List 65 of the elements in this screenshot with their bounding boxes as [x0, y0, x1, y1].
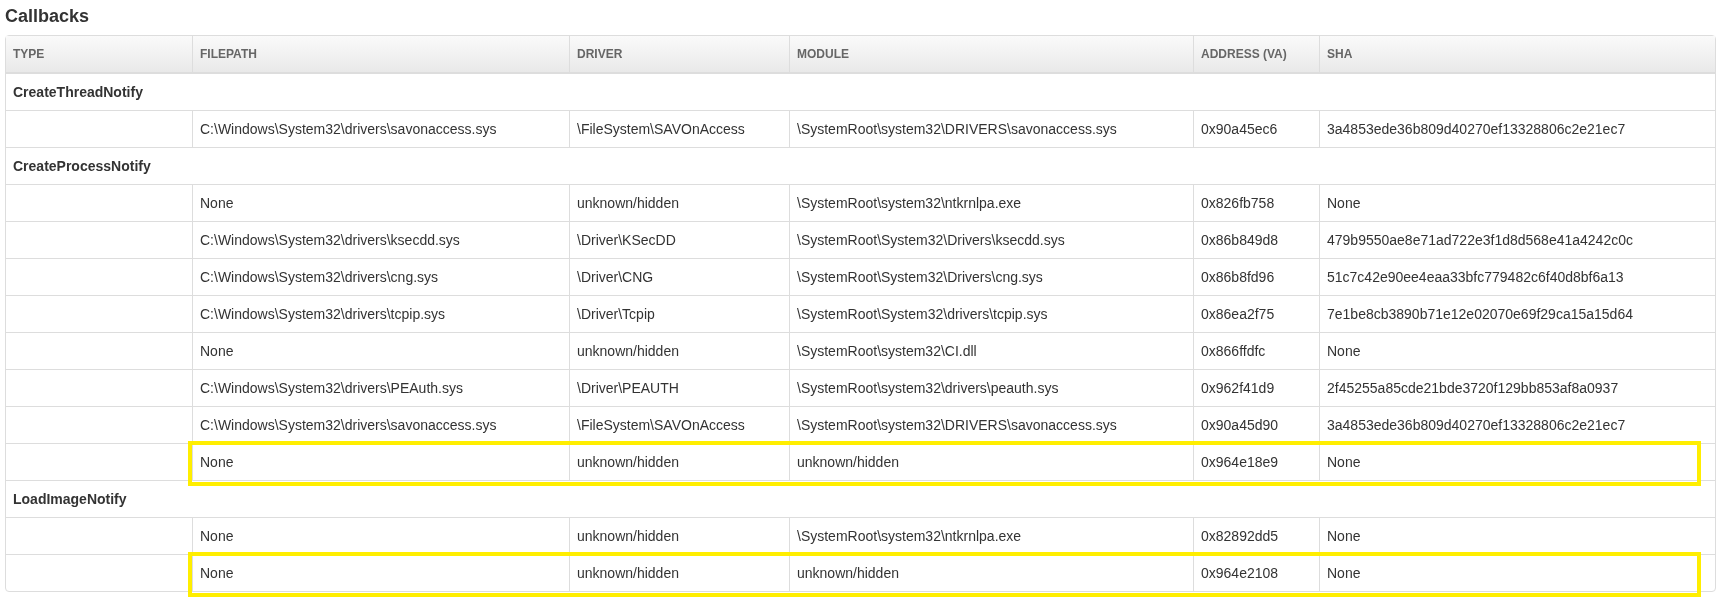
group-label: CreateProcessNotify	[13, 158, 151, 174]
table-cell: unknown/hidden	[569, 555, 789, 591]
table-cell: 0x90a45ec6	[1193, 111, 1319, 147]
table-cell: C:\Windows\System32\drivers\PEAuth.sys	[192, 370, 569, 406]
section-title: Callbacks	[5, 5, 90, 27]
column-header: MODULE	[789, 36, 1193, 72]
table-cell: 0x82892dd5	[1193, 518, 1319, 554]
column-header: ADDRESS (VA)	[1193, 36, 1319, 72]
table-cell: 0x964e18e9	[1193, 444, 1319, 480]
table-cell: \FileSystem\SAVOnAccess	[569, 407, 789, 443]
table-cell: 3a4853ede36b809d40270ef13328806c2e21ec7	[1319, 407, 1715, 443]
table-cell: \SystemRoot\system32\drivers\peauth.sys	[789, 370, 1193, 406]
table-cell: unknown/hidden	[569, 185, 789, 221]
table-cell: 0x826fb758	[1193, 185, 1319, 221]
table-cell: None	[192, 185, 569, 221]
table-cell: unknown/hidden	[789, 444, 1193, 480]
table-cell: 51c7c42e90ee4eaa33bfc779482c6f40d8bf6a13	[1319, 259, 1715, 295]
table-cell: None	[1319, 185, 1715, 221]
table-cell: \SystemRoot\system32\ntkrnlpa.exe	[789, 518, 1193, 554]
table-cell: \SystemRoot\system32\ntkrnlpa.exe	[789, 185, 1193, 221]
table-cell: unknown/hidden	[569, 518, 789, 554]
table-cell: \Driver\CNG	[569, 259, 789, 295]
table-cell: 0x86ea2f75	[1193, 296, 1319, 332]
table-cell: 3a4853ede36b809d40270ef13328806c2e21ec7	[1319, 111, 1715, 147]
group-label: LoadImageNotify	[13, 491, 127, 507]
table-cell: None	[1319, 444, 1715, 480]
column-header: TYPE	[12, 46, 46, 63]
table-cell: None	[192, 444, 569, 480]
table-cell: None	[192, 518, 569, 554]
table-cell: 0x866ffdfc	[1193, 333, 1319, 369]
table-cell: \SystemRoot\System32\Drivers\ksecdd.sys	[789, 222, 1193, 258]
table-cell: None	[192, 555, 569, 591]
table-cell: \Driver\KSecDD	[569, 222, 789, 258]
table-cell: 479b9550ae8e71ad722e3f1d8d568e41a4242c0c	[1319, 222, 1715, 258]
table-cell: 0x962f41d9	[1193, 370, 1319, 406]
table-cell: \SystemRoot\System32\drivers\tcpip.sys	[789, 296, 1193, 332]
table-cell: None	[1319, 333, 1715, 369]
column-header: DRIVER	[569, 36, 789, 72]
table-cell: C:\Windows\System32\drivers\savonaccess.sys	[192, 407, 569, 443]
table-cell: \SystemRoot\system32\DRIVERS\savonaccess.sys	[789, 111, 1193, 147]
table-cell: \Driver\Tcpip	[569, 296, 789, 332]
table-cell: \SystemRoot\system32\CI.dll	[789, 333, 1193, 369]
table-cell: C:\Windows\System32\drivers\ksecdd.sys	[192, 222, 569, 258]
table-cell: 0x964e2108	[1193, 555, 1319, 591]
table-cell: \SystemRoot\System32\Drivers\cng.sys	[789, 259, 1193, 295]
table-cell: None	[1319, 518, 1715, 554]
table-cell: C:\Windows\System32\drivers\cng.sys	[192, 259, 569, 295]
table-cell: 0x90a45d90	[1193, 407, 1319, 443]
table-cell: unknown/hidden	[569, 333, 789, 369]
table-cell: None	[192, 333, 569, 369]
table-cell: 2f45255a85cde21bde3720f129bb853af8a0937	[1319, 370, 1715, 406]
table-cell: 7e1be8cb3890b71e12e02070e69f29ca15a15d64	[1319, 296, 1715, 332]
table-cell: \Driver\PEAUTH	[569, 370, 789, 406]
table-cell: \SystemRoot\system32\DRIVERS\savonaccess.sys	[789, 407, 1193, 443]
table-cell: C:\Windows\System32\drivers\tcpip.sys	[192, 296, 569, 332]
table-cell: C:\Windows\System32\drivers\savonaccess.sys	[192, 111, 569, 147]
table-cell: \FileSystem\SAVOnAccess	[569, 111, 789, 147]
table-cell: unknown/hidden	[569, 444, 789, 480]
table-cell: unknown/hidden	[789, 555, 1193, 591]
column-header: FILEPATH	[192, 36, 569, 72]
column-header: SHA	[1319, 36, 1715, 72]
table-cell: 0x86b849d8	[1193, 222, 1319, 258]
table-cell: None	[1319, 555, 1715, 591]
group-label: CreateThreadNotify	[13, 84, 143, 100]
table-cell: 0x86b8fd96	[1193, 259, 1319, 295]
